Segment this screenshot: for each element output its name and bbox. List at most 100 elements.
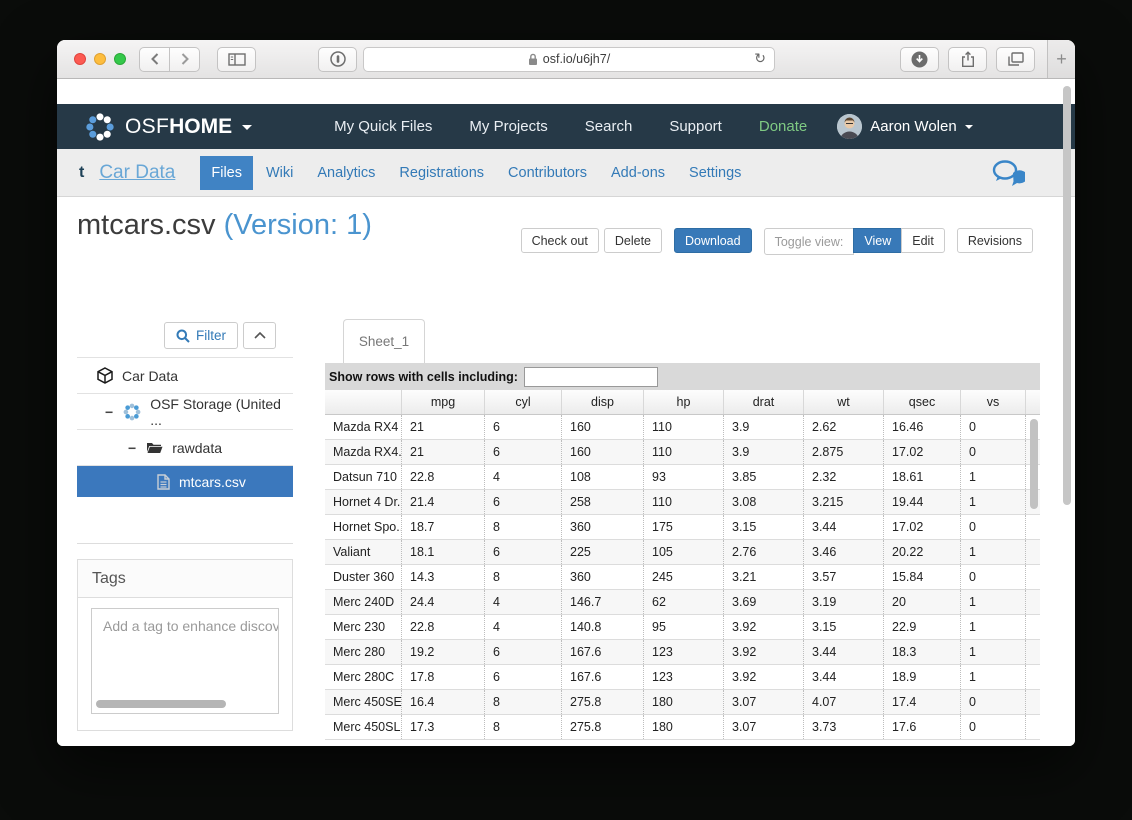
data-cell: 14.3 xyxy=(402,565,485,589)
share-button[interactable] xyxy=(948,47,987,72)
navbar-links: My Quick Files My Projects Search Suppor… xyxy=(334,118,807,135)
tree-item-rawdata[interactable]: − rawdata xyxy=(77,429,293,465)
table-row[interactable]: Merc 280C17.86167.61233.923.4418.91 xyxy=(325,665,1040,690)
download-button[interactable]: Download xyxy=(674,228,752,253)
tag-input[interactable]: Add a tag to enhance discoverability xyxy=(91,608,279,714)
row-name-cell: Merc 450SL xyxy=(325,715,402,739)
sidebar-toggle-button[interactable] xyxy=(217,47,256,72)
tab-files[interactable]: Files xyxy=(200,156,253,190)
nav-support[interactable]: Support xyxy=(669,118,722,135)
tab-analytics[interactable]: Analytics xyxy=(306,156,386,190)
filter-button[interactable]: Filter xyxy=(164,322,238,349)
data-cell: 360 xyxy=(562,565,644,589)
collapse-toggle[interactable]: − xyxy=(105,404,113,420)
data-cell: 8 xyxy=(485,715,562,739)
tree-item-osf-storage[interactable]: − OSF Storage (United ... xyxy=(77,393,293,429)
sheet-tab[interactable]: Sheet_1 xyxy=(343,319,425,363)
collapse-panel-button[interactable] xyxy=(243,322,276,349)
column-header[interactable]: vs xyxy=(961,390,1026,414)
osf-home-menu[interactable]: OSFHOME xyxy=(85,112,252,142)
revisions-button[interactable]: Revisions xyxy=(957,228,1033,253)
data-cell: 3.9 xyxy=(724,415,804,439)
collapse-toggle[interactable]: − xyxy=(128,440,136,456)
table-row[interactable]: Mazda RX42161601103.92.6216.460 xyxy=(325,415,1040,440)
nav-my-quick-files[interactable]: My Quick Files xyxy=(334,118,432,135)
horizontal-scrollbar[interactable] xyxy=(96,700,226,708)
tab-settings[interactable]: Settings xyxy=(678,156,752,190)
data-cell: 4.07 xyxy=(804,690,884,714)
column-header[interactable] xyxy=(325,390,402,414)
table-row[interactable]: Merc 23022.84140.8953.923.1522.91 xyxy=(325,615,1040,640)
data-cell: 2.76 xyxy=(724,540,804,564)
data-cell: 123 xyxy=(644,640,724,664)
column-header[interactable]: disp xyxy=(562,390,644,414)
data-cell: 3.15 xyxy=(804,615,884,639)
data-cell: 15.84 xyxy=(884,565,961,589)
data-cell: 175 xyxy=(644,515,724,539)
table-row[interactable]: Datsun 71022.84108933.852.3218.611 xyxy=(325,465,1040,490)
tab-overview-button[interactable] xyxy=(996,47,1035,72)
table-row[interactable]: Merc 28019.26167.61233.923.4418.31 xyxy=(325,640,1040,665)
data-cell: 1 xyxy=(961,615,1026,639)
tab-wiki[interactable]: Wiki xyxy=(255,156,304,190)
forward-button[interactable] xyxy=(170,47,200,72)
chevron-down-icon xyxy=(965,125,973,133)
data-cell: 108 xyxy=(562,465,644,489)
tree-item-project[interactable]: Car Data xyxy=(77,357,293,393)
zoom-button[interactable] xyxy=(114,53,126,65)
table-row[interactable]: Duster 36014.383602453.213.5715.840 xyxy=(325,565,1040,590)
tags-header: Tags xyxy=(78,560,292,598)
column-header[interactable]: wt xyxy=(804,390,884,414)
page-scrollbar[interactable] xyxy=(1063,86,1071,505)
extension-button[interactable] xyxy=(318,47,357,72)
data-cell: 6 xyxy=(485,540,562,564)
data-table-body: Mazda RX42161601103.92.6216.460Mazda RX4… xyxy=(325,415,1040,740)
column-header[interactable]: hp xyxy=(644,390,724,414)
table-row[interactable]: Mazda RX4...2161601103.92.87517.020 xyxy=(325,440,1040,465)
nav-my-projects[interactable]: My Projects xyxy=(469,118,547,135)
minimize-button[interactable] xyxy=(94,53,106,65)
data-cell: 22.8 xyxy=(402,465,485,489)
nav-search[interactable]: Search xyxy=(585,118,633,135)
delete-button[interactable]: Delete xyxy=(604,228,662,253)
downloads-button[interactable] xyxy=(900,47,939,72)
user-name: Aaron Wolen xyxy=(870,118,956,135)
project-toggle-icon[interactable]: t xyxy=(79,164,84,182)
table-filter-input[interactable] xyxy=(524,367,658,387)
new-tab-button[interactable]: + xyxy=(1047,40,1075,78)
edit-button[interactable]: Edit xyxy=(901,228,945,253)
version-label: (Version: 1) xyxy=(224,209,372,241)
column-header[interactable]: drat xyxy=(724,390,804,414)
back-button[interactable] xyxy=(139,47,170,72)
folder-open-icon xyxy=(146,441,163,454)
tab-contributors[interactable]: Contributors xyxy=(497,156,598,190)
table-row[interactable]: Merc 450SE16.48275.81803.074.0717.40 xyxy=(325,690,1040,715)
tree-item-mtcars-selected[interactable]: mtcars.csv xyxy=(77,465,293,497)
data-cell: 3.07 xyxy=(724,690,804,714)
tab-registrations[interactable]: Registrations xyxy=(388,156,495,190)
nav-donate[interactable]: Donate xyxy=(759,118,807,135)
table-row[interactable]: Valiant18.162251052.763.4620.221 xyxy=(325,540,1040,565)
data-cell: 17.8 xyxy=(402,665,485,689)
tab-addons[interactable]: Add-ons xyxy=(600,156,676,190)
user-menu[interactable]: Aaron Wolen xyxy=(837,114,972,139)
column-header[interactable]: mpg xyxy=(402,390,485,414)
table-row[interactable]: Hornet Spo...18.783601753.153.4417.020 xyxy=(325,515,1040,540)
table-scrollbar[interactable] xyxy=(1030,419,1038,509)
view-button[interactable]: View xyxy=(853,228,902,253)
close-button[interactable] xyxy=(74,53,86,65)
comments-button[interactable] xyxy=(991,159,1025,187)
browser-toolbar: osf.io/u6jh7/ ↻ + xyxy=(57,40,1075,79)
column-header[interactable]: cyl xyxy=(485,390,562,414)
reload-icon[interactable]: ↻ xyxy=(754,50,766,67)
table-row[interactable]: Hornet 4 Dr...21.462581103.083.21519.441 xyxy=(325,490,1040,515)
table-row[interactable]: Merc 450SL17.38275.81803.073.7317.60 xyxy=(325,715,1040,740)
table-row[interactable]: Merc 240D24.44146.7623.693.19201 xyxy=(325,590,1040,615)
page-title: mtcars.csv (Version: 1) xyxy=(77,209,372,242)
project-name-link[interactable]: Car Data xyxy=(99,162,175,184)
data-cell: 24.4 xyxy=(402,590,485,614)
column-header[interactable]: qsec xyxy=(884,390,961,414)
address-bar[interactable]: osf.io/u6jh7/ ↻ xyxy=(363,47,775,72)
data-cell: 0 xyxy=(961,715,1026,739)
check-out-button[interactable]: Check out xyxy=(521,228,599,253)
